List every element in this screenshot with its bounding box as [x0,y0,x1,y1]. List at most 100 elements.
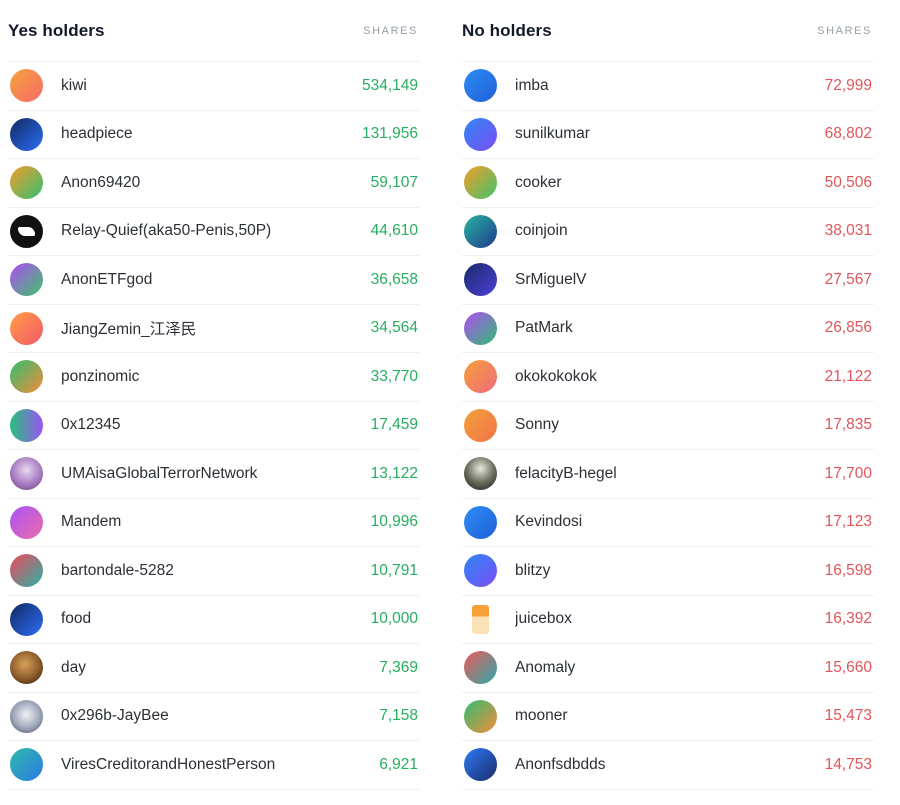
holder-name[interactable]: Mandem [61,513,371,531]
holder-row-umaisaglobalterrornetwork[interactable]: UMAisaGlobalTerrorNetwork 13,122 [8,450,420,499]
holder-name[interactable]: ViresCreditorandHonestPerson [61,756,379,774]
holder-row-relay-quief[interactable]: Relay-Quief(aka50-Penis,50P) 44,610 [8,208,420,256]
holder-name[interactable]: PatMark [515,319,825,337]
holder-shares: 10,996 [370,513,418,531]
user-avatar [464,748,497,782]
holder-name[interactable]: sunilkumar [515,125,825,143]
holder-name[interactable]: juicebox [515,610,825,628]
holder-shares: 17,835 [824,416,872,434]
user-avatar [464,311,497,345]
holder-shares: 17,459 [370,416,418,434]
holder-row-headpiece[interactable]: headpiece 131,956 [8,111,420,159]
user-avatar [10,408,43,442]
holder-shares: 44,610 [370,222,418,240]
holder-name[interactable]: SrMiguelV [515,271,825,289]
no-holders-header: No holders SHARES [462,0,874,62]
holder-shares: 7,158 [379,707,418,725]
holder-row-anonfsdbdds[interactable]: Anonfsdbdds 14,753 [462,741,874,790]
holder-row-anonetfgod[interactable]: AnonETFgod 36,658 [8,256,420,305]
user-avatar [464,651,497,685]
holder-row-day[interactable]: day 7,369 [8,644,420,693]
holder-row-anon69420[interactable]: Anon69420 59,107 [8,159,420,208]
user-avatar [10,311,43,345]
holder-name[interactable]: 0x296b-JayBee [61,707,379,725]
holder-shares: 27,567 [824,270,872,288]
user-avatar-photo [10,651,43,685]
holder-row-blitzy[interactable]: blitzy 16,598 [462,547,874,596]
holder-row-imba[interactable]: imba 72,999 [462,62,874,111]
holder-row-bartondale-5282[interactable]: bartondale-5282 10,791 [8,547,420,596]
holder-name[interactable]: Relay-Quief(aka50-Penis,50P) [61,222,371,240]
holder-name[interactable]: UMAisaGlobalTerrorNetwork [61,465,371,483]
holder-name[interactable]: blitzy [515,562,825,580]
holder-shares: 26,856 [824,319,872,337]
holder-name[interactable]: imba [515,77,825,95]
holder-name[interactable]: 0x12345 [61,416,371,434]
user-avatar [10,117,43,151]
holder-name[interactable]: coinjoin [515,222,825,240]
holder-row-kiwi[interactable]: kiwi 534,149 [8,62,420,111]
holder-shares: 36,658 [370,270,418,288]
holder-row-srmiguelv[interactable]: SrMiguelV 27,567 [462,256,874,305]
holder-name[interactable]: AnonETFgod [61,271,371,289]
holder-name[interactable]: kiwi [61,77,362,95]
holder-shares: 13,122 [370,464,418,482]
holder-name[interactable]: Kevindosi [515,513,825,531]
user-avatar [464,214,497,248]
user-avatar [464,408,497,442]
holder-name[interactable]: Anomaly [515,659,825,677]
holder-name[interactable]: JiangZemin_江泽民 [61,317,371,339]
user-avatar-photo [10,699,43,733]
holder-name[interactable]: headpiece [61,125,362,143]
holder-row-sonny[interactable]: Sonny 17,835 [462,402,874,450]
user-avatar-photo [10,214,43,248]
holder-row-mooner[interactable]: mooner 15,473 [462,693,874,741]
no-holders-panel: No holders SHARES imba 72,999 sunilkumar… [462,0,874,790]
holder-shares: 10,791 [370,561,418,579]
holder-shares: 34,564 [370,319,418,337]
holder-name[interactable]: ponzinomic [61,368,371,386]
holder-row-coinjoin[interactable]: coinjoin 38,031 [462,208,874,256]
holder-row-ponzinomic[interactable]: ponzinomic 33,770 [8,353,420,402]
holder-shares: 68,802 [824,125,872,143]
user-avatar [10,263,43,297]
juicebox-icon [464,602,497,636]
holder-name[interactable]: day [61,659,379,677]
yes-holders-title: Yes holders [8,20,105,40]
holder-name[interactable]: Anon69420 [61,174,371,192]
holder-shares: 21,122 [824,367,872,385]
holder-name[interactable]: cooker [515,174,825,192]
holder-name[interactable]: Anonfsdbdds [515,756,825,774]
holder-name[interactable]: bartondale-5282 [61,562,371,580]
holder-name[interactable]: felacityB-hegel [515,465,825,483]
holder-row-sunilkumar[interactable]: sunilkumar 68,802 [462,111,874,159]
holder-row-food[interactable]: food 10,000 [8,596,420,644]
user-avatar-photo [464,457,497,491]
user-avatar [10,505,43,539]
holder-name[interactable]: okokokokok [515,368,825,386]
holder-row-0x296b-jaybee[interactable]: 0x296b-JayBee 7,158 [8,693,420,741]
holder-row-jiangzemin[interactable]: JiangZemin_江泽民 34,564 [8,305,420,353]
holder-row-juicebox[interactable]: juicebox 16,392 [462,596,874,644]
no-shares-column-label: SHARES [817,24,872,37]
holder-row-felacityb-hegel[interactable]: felacityB-hegel 17,700 [462,450,874,499]
holder-shares: 16,392 [824,610,872,628]
holder-row-virescreditorandhonestperson[interactable]: ViresCreditorandHonestPerson 6,921 [8,741,420,790]
holder-row-anomaly[interactable]: Anomaly 15,660 [462,644,874,693]
holder-row-mandem[interactable]: Mandem 10,996 [8,499,420,547]
holder-row-cooker[interactable]: cooker 50,506 [462,159,874,208]
holder-row-0x12345[interactable]: 0x12345 17,459 [8,402,420,450]
holder-name[interactable]: Sonny [515,416,825,434]
holder-shares: 131,956 [361,125,418,143]
user-avatar [10,554,43,588]
user-avatar-photo [10,457,43,491]
holder-row-patmark[interactable]: PatMark 26,856 [462,305,874,353]
holder-name[interactable]: mooner [515,707,825,725]
user-avatar [10,748,43,782]
holder-name[interactable]: food [61,610,371,628]
yes-holders-header: Yes holders SHARES [8,0,420,62]
holder-row-kevindosi[interactable]: Kevindosi 17,123 [462,499,874,547]
holder-shares: 59,107 [370,173,418,191]
holder-shares: 38,031 [824,222,872,240]
holder-row-okokokokok[interactable]: okokokokok 21,122 [462,353,874,402]
